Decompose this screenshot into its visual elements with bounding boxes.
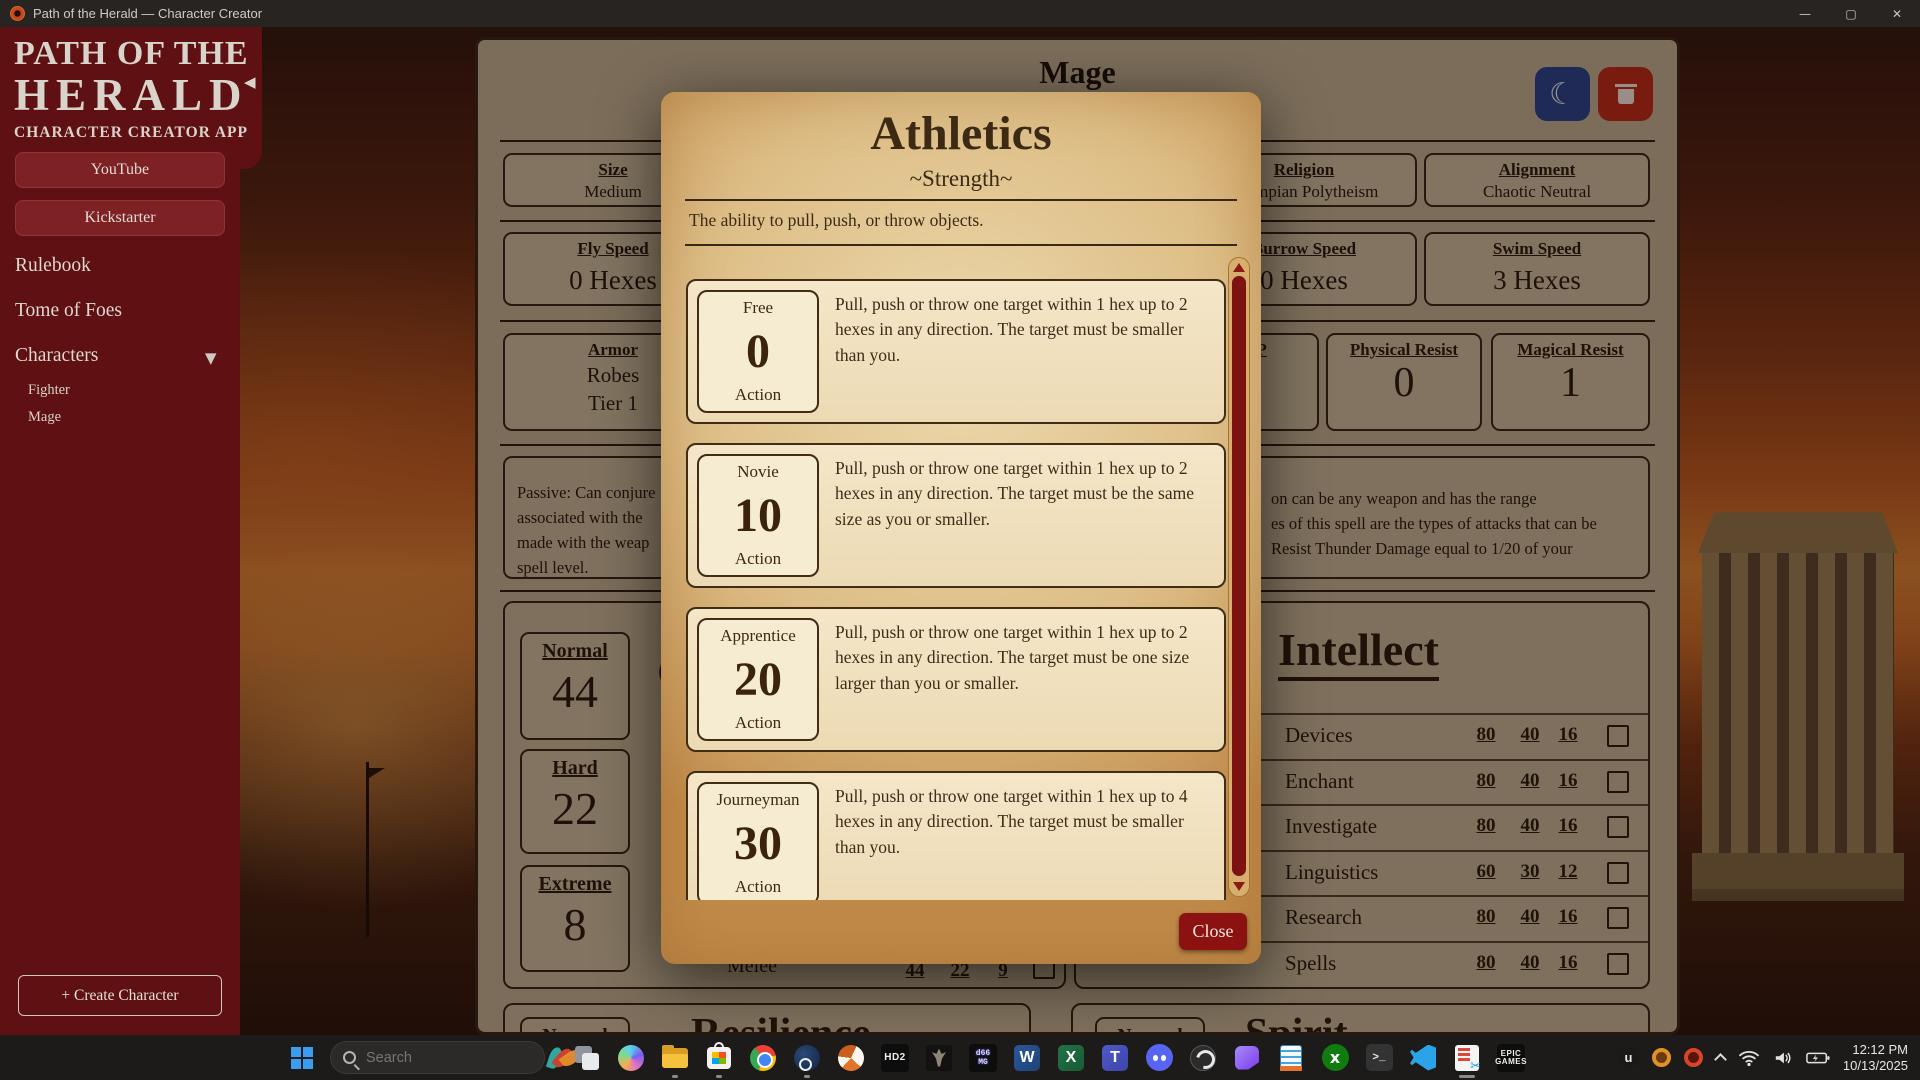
search-icon — [343, 1051, 356, 1064]
sidebar-item-mage[interactable]: Mage — [28, 409, 61, 426]
create-character-button[interactable]: + Create Character — [18, 975, 222, 1016]
app-desktop: Mage Size Medium Religion Olympian Polyt… — [0, 27, 1920, 1035]
chrome-icon[interactable] — [747, 1042, 779, 1074]
close-window-icon[interactable]: ✕ — [1874, 0, 1920, 27]
tier-scroll-area: Free 0 Action Pull, push or throw one ta… — [681, 255, 1229, 900]
teams-icon[interactable]: T — [1099, 1042, 1131, 1074]
taskbar-left-icons: HD2 d66MG W X T x >_ EPICGAMES — [286, 1035, 1527, 1080]
sidebar-collapse-icon[interactable]: ◀ — [244, 73, 256, 91]
sidebar-item-rulebook[interactable]: Rulebook — [15, 255, 91, 277]
skill-description: The ability to pull, push, or throw obje… — [689, 210, 984, 231]
taskbar-system-tray: u 12:12 PM 10/13/2025 — [1618, 1035, 1914, 1080]
utorrent-icon[interactable]: u — [1618, 1047, 1639, 1068]
sidebar: PATH OF THE HERALD CHARACTER CREATOR APP… — [0, 27, 240, 1035]
kickstarter-button[interactable]: Kickstarter — [15, 200, 225, 236]
copilot-icon[interactable] — [615, 1042, 647, 1074]
scroll-up-icon[interactable] — [1233, 263, 1245, 272]
app-window-icon — [10, 6, 25, 21]
vscode-icon[interactable] — [1407, 1042, 1439, 1074]
helldivers2-icon[interactable]: HD2 — [879, 1042, 911, 1074]
screen: Path of the Herald — Character Creator —… — [0, 0, 1920, 1080]
youtube-button[interactable]: YouTube — [15, 152, 225, 188]
task-view-icon[interactable] — [571, 1042, 603, 1074]
fantasy-game-icon[interactable] — [923, 1042, 955, 1074]
chevron-down-icon[interactable]: ▼ — [205, 349, 217, 367]
sidebar-item-fighter[interactable]: Fighter — [28, 382, 70, 399]
tier-cost-box: Apprentice 20 Action — [697, 618, 819, 741]
scrollbar-thumb[interactable] — [1232, 276, 1246, 876]
terminal-icon[interactable]: >_ — [1363, 1042, 1395, 1074]
window-controls: — ▢ ✕ — [1782, 0, 1920, 27]
orange-ring-app-icon[interactable] — [1652, 1048, 1671, 1067]
microsoft-store-icon[interactable] — [703, 1042, 735, 1074]
epic-games-icon[interactable]: EPICGAMES — [1495, 1042, 1527, 1074]
skill-detail-modal: Athletics ~Strength~ The ability to pull… — [661, 92, 1261, 964]
clipchamp-icon[interactable] — [1231, 1042, 1263, 1074]
scroll-down-icon[interactable] — [1233, 882, 1245, 891]
tier-card-journeyman: Journeyman 30 Action Pull, push or throw… — [686, 771, 1226, 900]
window-title: Path of the Herald — Character Creator — [33, 6, 262, 21]
modal-attribute-subtitle: ~Strength~ — [661, 166, 1261, 192]
dice-app-icon[interactable]: d66MG — [967, 1042, 999, 1074]
snipping-tool-icon[interactable] — [1451, 1042, 1483, 1074]
clock-date: 10/13/2025 — [1843, 1058, 1908, 1074]
window-titlebar: Path of the Herald — Character Creator —… — [0, 0, 1920, 27]
tier-card-free: Free 0 Action Pull, push or throw one ta… — [686, 279, 1226, 424]
xbox-icon[interactable]: x — [1319, 1042, 1351, 1074]
tray-chevron-up-icon[interactable] — [1714, 1053, 1727, 1066]
close-button[interactable]: Close — [1179, 913, 1247, 950]
obs-icon[interactable] — [1187, 1042, 1219, 1074]
app-logo: PATH OF THE HERALD CHARACTER CREATOR APP… — [0, 27, 262, 169]
tier-card-apprentice: Apprentice 20 Action Pull, push or throw… — [686, 607, 1226, 752]
volume-icon[interactable] — [1773, 1049, 1793, 1067]
sidebar-item-characters[interactable]: Characters — [15, 345, 98, 367]
notepad-icon[interactable] — [1275, 1042, 1307, 1074]
taskbar: HD2 d66MG W X T x >_ EPICGAMES u — [0, 1035, 1920, 1080]
modal-title: Athletics — [661, 106, 1261, 161]
taskbar-clock[interactable]: 12:12 PM 10/13/2025 — [1843, 1042, 1914, 1074]
wifi-icon[interactable] — [1738, 1049, 1760, 1067]
discord-icon[interactable] — [1143, 1042, 1175, 1074]
start-button-icon[interactable] — [286, 1042, 318, 1074]
maximize-icon[interactable]: ▢ — [1828, 0, 1874, 27]
search-input[interactable] — [356, 1050, 553, 1066]
file-explorer-icon[interactable] — [659, 1042, 691, 1074]
tier-cost-box: Journeyman 30 Action — [697, 782, 819, 900]
tier-card-novice: Novie 10 Action Pull, push or throw one … — [686, 443, 1226, 588]
tier-cost-box: Novie 10 Action — [697, 454, 819, 577]
tornado-app-icon[interactable] — [835, 1042, 867, 1074]
excel-icon[interactable]: X — [1055, 1042, 1087, 1074]
battery-icon[interactable] — [1806, 1051, 1830, 1065]
modal-scrollbar[interactable] — [1228, 257, 1250, 897]
divider — [685, 199, 1237, 201]
tier-cost-box: Free 0 Action — [697, 290, 819, 413]
taskbar-search[interactable] — [330, 1041, 545, 1074]
sidebar-item-tome-of-foes[interactable]: Tome of Foes — [15, 300, 122, 322]
steam-icon[interactable] — [791, 1042, 823, 1074]
red-ring-app-icon[interactable] — [1684, 1048, 1703, 1067]
clock-time: 12:12 PM — [1843, 1042, 1908, 1058]
word-icon[interactable]: W — [1011, 1042, 1043, 1074]
divider — [685, 244, 1237, 246]
minimize-icon[interactable]: — — [1782, 0, 1828, 27]
